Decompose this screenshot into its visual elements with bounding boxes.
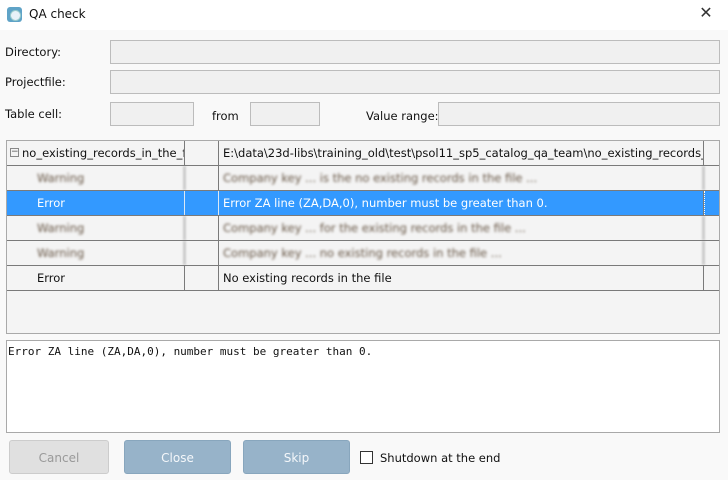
collapse-icon[interactable]: −: [10, 148, 19, 157]
row-type: Error: [7, 266, 185, 290]
shutdown-label[interactable]: Shutdown at the end: [380, 451, 500, 465]
cancel-button[interactable]: Cancel: [9, 440, 109, 474]
row-type: Warning: [7, 241, 185, 265]
directory-field[interactable]: [110, 40, 720, 64]
close-window-icon[interactable]: ✕: [694, 3, 718, 22]
row-type: Warning: [7, 216, 185, 240]
empty-cell: [704, 216, 719, 240]
table-row[interactable]: Error No existing records in the file: [7, 266, 719, 291]
row-type: Warning: [7, 166, 185, 190]
value-range-label: Value range:: [366, 109, 439, 123]
empty-cell: [704, 166, 719, 190]
from-field[interactable]: [250, 102, 320, 126]
row-message: Company key ... for the existing records…: [219, 216, 704, 240]
row-type: Error: [7, 191, 185, 215]
empty-cell: [185, 241, 219, 265]
app-icon: [7, 7, 22, 22]
row-message: Company key ... is the no existing recor…: [219, 166, 704, 190]
table-row-selected[interactable]: Error Error ZA line (ZA,DA,0), number mu…: [7, 191, 719, 216]
row-message: Error ZA line (ZA,DA,0), number must be …: [219, 191, 704, 215]
results-table: − no_existing_records_in_the_f... E:\dat…: [6, 140, 720, 334]
shutdown-checkbox[interactable]: [360, 451, 373, 464]
group-name: no_existing_records_in_the_f...: [22, 146, 185, 160]
empty-cell: [704, 141, 719, 165]
table-row[interactable]: Warning Company key ... is the no existi…: [7, 166, 719, 191]
table-row[interactable]: Warning Company key ... for the existing…: [7, 216, 719, 241]
from-label: from: [212, 109, 239, 123]
directory-label: Directory:: [5, 45, 62, 59]
group-row[interactable]: − no_existing_records_in_the_f... E:\dat…: [7, 141, 719, 166]
close-button[interactable]: Close: [124, 440, 231, 474]
empty-cell: [704, 191, 719, 215]
group-path: E:\data\23d-libs\training_old\test\psol1…: [219, 141, 704, 165]
empty-cell: [185, 141, 219, 165]
projectfile-label: Projectfile:: [5, 75, 66, 89]
details-textarea[interactable]: Error ZA line (ZA,DA,0), number must be …: [6, 340, 720, 433]
table-row[interactable]: Warning Company key ... no existing reco…: [7, 241, 719, 266]
row-message: Company key ... no existing records in t…: [219, 241, 704, 265]
group-name-cell: − no_existing_records_in_the_f...: [7, 141, 185, 165]
window-title: QA check: [29, 7, 86, 21]
empty-cell: [185, 166, 219, 190]
table-cell-label: Table cell:: [5, 107, 63, 121]
empty-cell: [704, 266, 719, 290]
projectfile-field[interactable]: [110, 70, 720, 94]
empty-cell: [185, 191, 219, 215]
table-cell-field[interactable]: [110, 102, 194, 126]
title-bar: QA check ✕: [0, 0, 728, 30]
empty-cell: [185, 216, 219, 240]
skip-button[interactable]: Skip: [243, 440, 350, 474]
empty-cell: [185, 266, 219, 290]
row-message: No existing records in the file: [219, 266, 704, 290]
empty-cell: [704, 241, 719, 265]
value-range-field[interactable]: [438, 102, 720, 126]
